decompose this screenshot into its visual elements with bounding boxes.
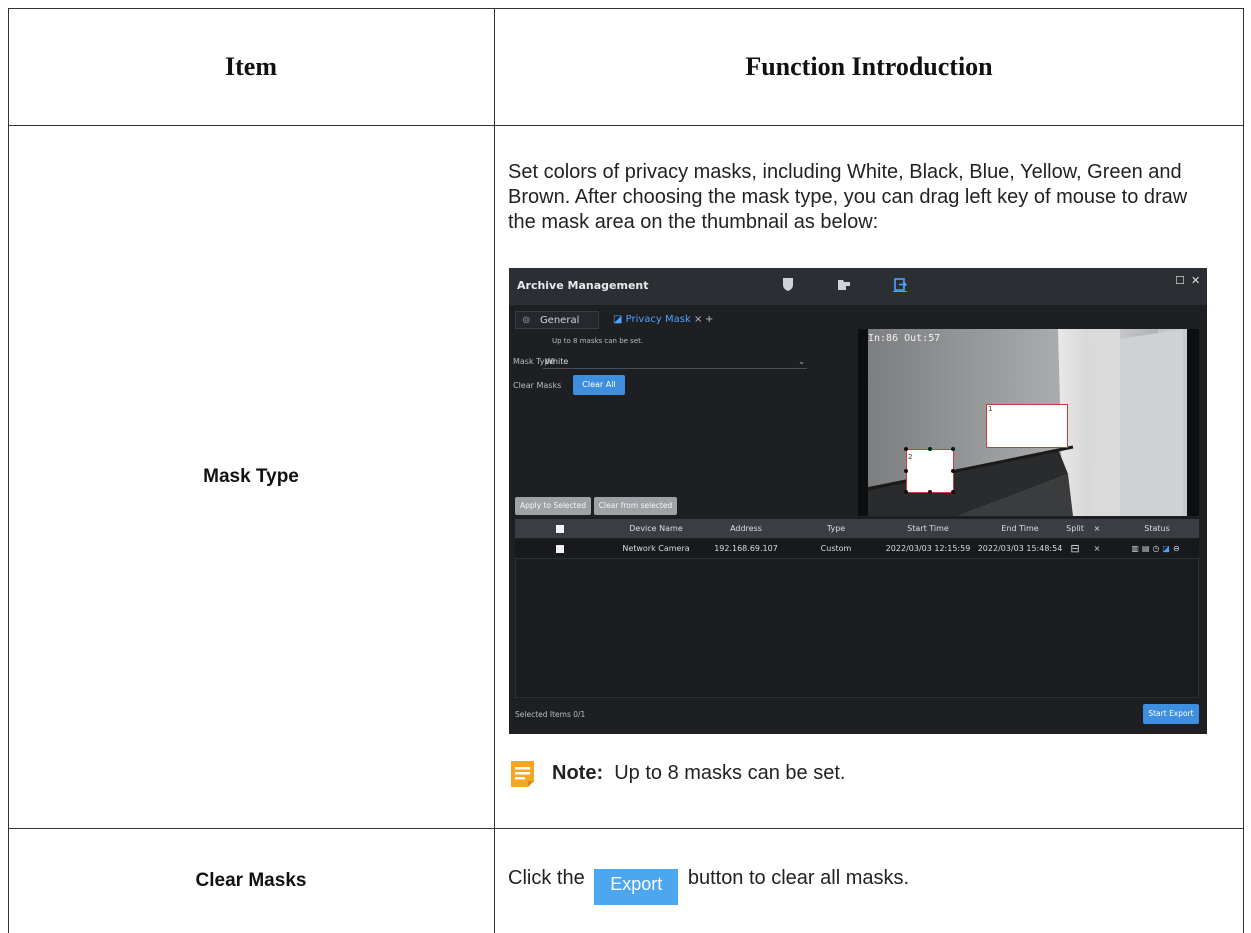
column-address: Address bbox=[730, 524, 762, 533]
table-row: Network Camera 192.168.69.107 Custom 202… bbox=[515, 539, 1199, 558]
row-checkbox bbox=[545, 539, 575, 558]
resize-handle bbox=[951, 469, 955, 473]
cell-type: Custom bbox=[820, 544, 852, 553]
note-label: Note: bbox=[552, 762, 604, 784]
tab-privacy-mask: ◪ Privacy Mask × bbox=[607, 311, 708, 329]
camera-thumbnail: In:86 Out:57 1 2 bbox=[858, 329, 1199, 516]
start-export-button: Start Export bbox=[1143, 704, 1199, 724]
header-function-introduction: Function Introduction bbox=[745, 51, 993, 81]
column-split: Split bbox=[1066, 524, 1084, 533]
clock-icon: ◷ bbox=[1152, 544, 1163, 553]
column-delete: × bbox=[1093, 524, 1101, 533]
note-icon bbox=[511, 761, 534, 787]
archive-table-body bbox=[515, 558, 1199, 698]
privacy-mask-icon: ◪ bbox=[1162, 544, 1173, 553]
monitor-icon: ▥ bbox=[1131, 544, 1142, 553]
tab-general-label: General bbox=[539, 315, 580, 326]
clear-all-button: Clear All bbox=[573, 375, 625, 395]
select-all-checkbox bbox=[545, 519, 575, 538]
column-start-time: Start Time bbox=[907, 524, 949, 533]
note-text: Note: Up to 8 masks can be set. bbox=[552, 762, 845, 785]
mask-type-value: White bbox=[545, 357, 569, 366]
mask-limit-hint: Up to 8 masks can be set. bbox=[552, 337, 644, 345]
selected-items-count: Selected Items 0/1 bbox=[515, 710, 586, 719]
privacy-mask-area: 2 bbox=[904, 447, 955, 494]
note-content: Up to 8 masks can be set. bbox=[614, 762, 846, 784]
mask-type-select: White ⌄ bbox=[543, 354, 807, 369]
export-button-image: Export bbox=[594, 869, 679, 905]
tab-general: ⊚ General bbox=[515, 311, 599, 329]
picture-icon: ▤ bbox=[1141, 544, 1153, 553]
column-status: Status bbox=[1144, 524, 1170, 533]
thumbnail-osd-counter: In:86 Out:57 bbox=[868, 333, 941, 344]
cell-delete: × bbox=[1093, 544, 1101, 553]
privacy-mask-icon: ◪ bbox=[613, 314, 623, 325]
minus-circle-icon: ⊖ bbox=[1172, 544, 1183, 553]
folder-icon bbox=[838, 280, 850, 290]
table-divider-column bbox=[494, 8, 495, 933]
cell-end-time: 2022/03/03 15:48:54 bbox=[977, 544, 1063, 553]
maximize-button: ☐ bbox=[1175, 274, 1185, 287]
resize-handle bbox=[904, 447, 908, 451]
archive-management-screenshot: Archive Management ☐ ✕ ⊚ General ◪ Priva… bbox=[509, 268, 1207, 734]
header-item: Item bbox=[225, 51, 277, 81]
resize-handle bbox=[951, 447, 955, 451]
apply-to-selected-button: Apply to Selected bbox=[515, 497, 591, 515]
cell-start-time: 2022/03/03 12:15:59 bbox=[885, 544, 971, 553]
cell-device-name: Network Camera bbox=[622, 544, 690, 553]
cell-address: 192.168.69.107 bbox=[714, 544, 778, 553]
column-type: Type bbox=[826, 524, 846, 533]
window-title-bar: Archive Management ☐ ✕ bbox=[509, 268, 1207, 305]
clear-masks-description: Click the Export button to clear all mas… bbox=[508, 866, 1208, 905]
close-button: ✕ bbox=[1191, 274, 1201, 287]
mask-type-description: Set colors of privacy masks, including W… bbox=[508, 161, 1188, 233]
archive-table-header: Device Name Address Type Start Time End … bbox=[515, 519, 1199, 538]
privacy-mask-area: 1 bbox=[986, 404, 1068, 448]
export-icon bbox=[893, 278, 907, 292]
clear-masks-text-before: Click the bbox=[508, 867, 585, 889]
resize-handle bbox=[928, 447, 932, 451]
add-tab-button: + bbox=[705, 314, 714, 325]
gear-icon: ⊚ bbox=[522, 315, 531, 326]
mask-number-label: 2 bbox=[908, 453, 913, 461]
chevron-down-icon: ⌄ bbox=[798, 357, 805, 366]
column-end-time: End Time bbox=[1001, 524, 1039, 533]
row-label-clear-masks: Clear Masks bbox=[195, 870, 307, 891]
column-device-name: Device Name bbox=[629, 524, 683, 533]
table-border-right bbox=[1243, 8, 1244, 933]
resize-handle bbox=[904, 490, 908, 494]
row-label-mask-type: Mask Type bbox=[203, 466, 299, 487]
split-icon: ⊟ bbox=[1070, 542, 1080, 555]
clear-masks-text-after: button to clear all masks. bbox=[687, 867, 910, 889]
resize-handle bbox=[951, 490, 955, 494]
status-icons: ▥▤◷◪⊖ bbox=[1115, 539, 1199, 558]
clear-masks-label: Clear Masks bbox=[513, 381, 562, 390]
resize-handle bbox=[904, 469, 908, 473]
window-title: Archive Management bbox=[517, 279, 649, 292]
shield-icon bbox=[783, 278, 793, 291]
resize-handle bbox=[928, 490, 932, 494]
tab-privacy-mask-label: Privacy Mask bbox=[625, 314, 691, 325]
clear-from-selected-button: Clear from selected bbox=[594, 497, 677, 515]
mask-number-label: 1 bbox=[988, 405, 993, 413]
